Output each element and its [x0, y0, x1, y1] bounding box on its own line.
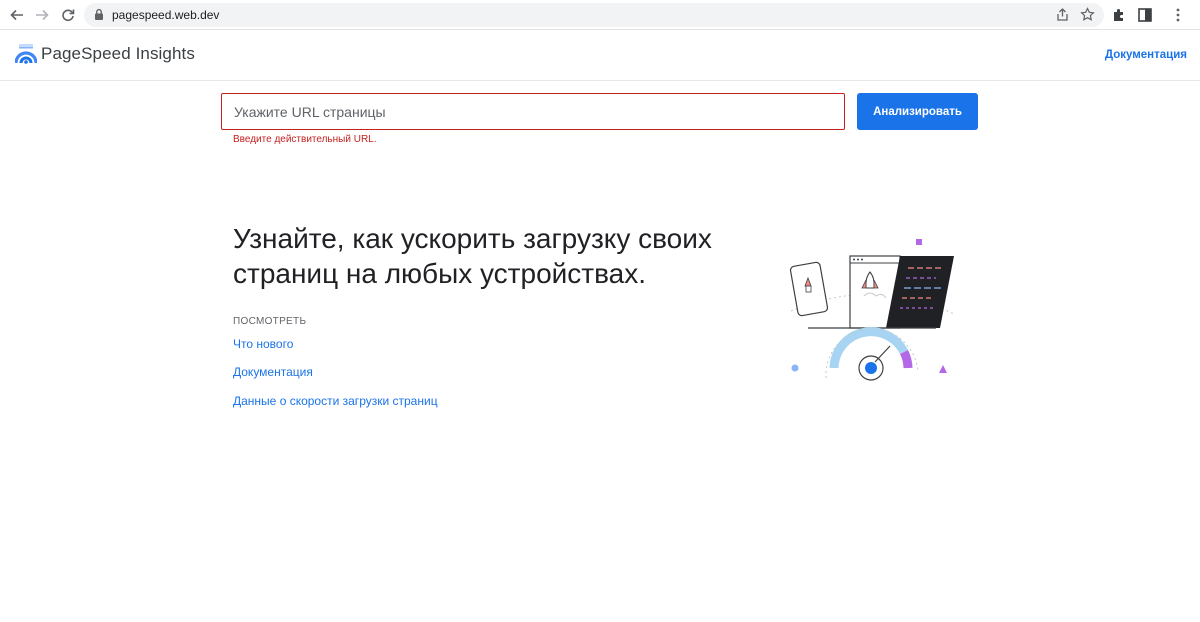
site-header: PageSpeed Insights Документация [0, 30, 1200, 81]
whats-new-link[interactable]: Что нового [233, 337, 293, 351]
url-input[interactable] [221, 93, 845, 130]
reload-icon[interactable] [58, 5, 78, 25]
see-also-label: ПОСМОТРЕТЬ [233, 316, 307, 327]
menu-icon[interactable] [1170, 7, 1186, 28]
hero-title: Узнайте, как ускорить загрузку своих стр… [233, 223, 712, 289]
address-url[interactable]: pagespeed.web.dev [112, 8, 219, 22]
logo-text[interactable]: PageSpeed Insights [41, 44, 195, 64]
url-error-message: Введите действительный URL. [233, 134, 377, 145]
pagespeed-logo-icon[interactable] [14, 44, 38, 69]
forward-arrow-icon[interactable] [32, 5, 52, 25]
star-icon[interactable] [1080, 7, 1095, 27]
browser-toolbar: pagespeed.web.dev [0, 0, 1200, 30]
analyze-button[interactable]: Анализировать [857, 93, 978, 130]
page-speed-data-link[interactable]: Данные о скорости загрузки страниц [233, 394, 438, 408]
address-bar[interactable]: pagespeed.web.dev [84, 3, 1104, 27]
extensions-icon[interactable] [1111, 7, 1127, 28]
documentation-link[interactable]: Документация [233, 365, 313, 379]
header-documentation-link[interactable]: Документация [1105, 49, 1187, 61]
lock-icon[interactable] [94, 8, 104, 26]
back-arrow-icon[interactable] [7, 5, 27, 25]
share-icon[interactable] [1055, 7, 1070, 27]
side-panel-icon[interactable] [1137, 7, 1153, 28]
hero-illustration [786, 236, 961, 391]
